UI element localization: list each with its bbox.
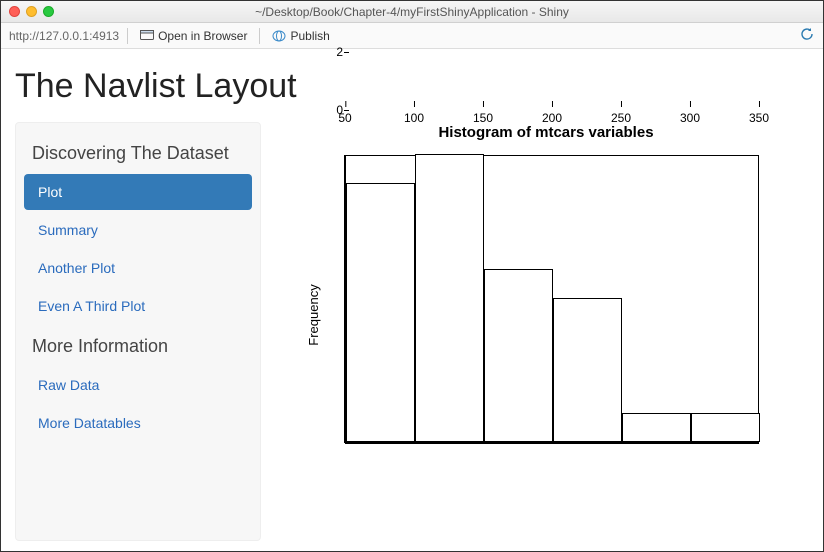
- histogram-bar: [415, 154, 484, 442]
- x-tick: 200: [542, 111, 562, 125]
- chart-title: Histogram of mtcars variables: [283, 124, 809, 141]
- y-tick: 4: [325, 0, 343, 2]
- publish-label: Publish: [290, 29, 329, 43]
- publish-icon: [272, 30, 286, 42]
- navlist-header: More Information: [24, 326, 252, 367]
- browser-icon: [140, 30, 154, 42]
- refresh-button[interactable]: [799, 26, 815, 45]
- histogram-bar: [553, 298, 622, 442]
- window-titlebar: ~/Desktop/Book/Chapter-4/myFirstShinyApp…: [1, 1, 823, 23]
- histogram-plot: Frequency 0246810 50100150200250300350: [289, 145, 769, 485]
- close-window-button[interactable]: [9, 6, 20, 17]
- navlist-item-plot[interactable]: Plot: [24, 174, 252, 210]
- histogram-bar: [484, 269, 553, 442]
- x-tick: 100: [404, 111, 424, 125]
- y-tick: 2: [325, 45, 343, 59]
- toolbar-separator: [127, 28, 128, 44]
- open-in-browser-button[interactable]: Open in Browser: [136, 27, 251, 45]
- histogram-bar: [622, 413, 691, 442]
- x-tick: 150: [473, 111, 493, 125]
- x-tick: 350: [749, 111, 769, 125]
- minimize-window-button[interactable]: [26, 6, 37, 17]
- url-display: http://127.0.0.1:4913: [9, 29, 119, 43]
- refresh-icon: [799, 26, 815, 42]
- navlist-panel: Discovering The Dataset Plot Summary Ano…: [15, 122, 261, 541]
- y-axis-line: [344, 155, 345, 443]
- app-toolbar: http://127.0.0.1:4913 Open in Browser Pu…: [1, 23, 823, 49]
- navlist-item-summary[interactable]: Summary: [24, 212, 252, 248]
- navlist-item-more-datatables[interactable]: More Datatables: [24, 405, 252, 441]
- x-tick: 250: [611, 111, 631, 125]
- x-axis-line: [345, 443, 759, 444]
- navlist-item-raw-data[interactable]: Raw Data: [24, 367, 252, 403]
- plot-panel: Histogram of mtcars variables Frequency …: [283, 122, 809, 541]
- window-title: ~/Desktop/Book/Chapter-4/myFirstShinyApp…: [1, 5, 823, 19]
- traffic-lights: [1, 6, 54, 17]
- navlist-item-another-plot[interactable]: Another Plot: [24, 250, 252, 286]
- navlist-item-third-plot[interactable]: Even A Third Plot: [24, 288, 252, 324]
- zoom-window-button[interactable]: [43, 6, 54, 17]
- publish-button[interactable]: Publish: [268, 27, 333, 45]
- y-axis-label: Frequency: [306, 284, 321, 345]
- x-tick: 300: [680, 111, 700, 125]
- main-body: Discovering The Dataset Plot Summary Ano…: [15, 122, 809, 541]
- histogram-bar: [691, 413, 760, 442]
- x-tick: 50: [338, 111, 351, 125]
- toolbar-separator: [259, 28, 260, 44]
- histogram-bar: [346, 183, 415, 442]
- page-content: The Navlist Layout Discovering The Datas…: [1, 49, 823, 551]
- navlist-header: Discovering The Dataset: [24, 133, 252, 174]
- open-in-browser-label: Open in Browser: [158, 29, 247, 43]
- plot-frame: [345, 155, 759, 443]
